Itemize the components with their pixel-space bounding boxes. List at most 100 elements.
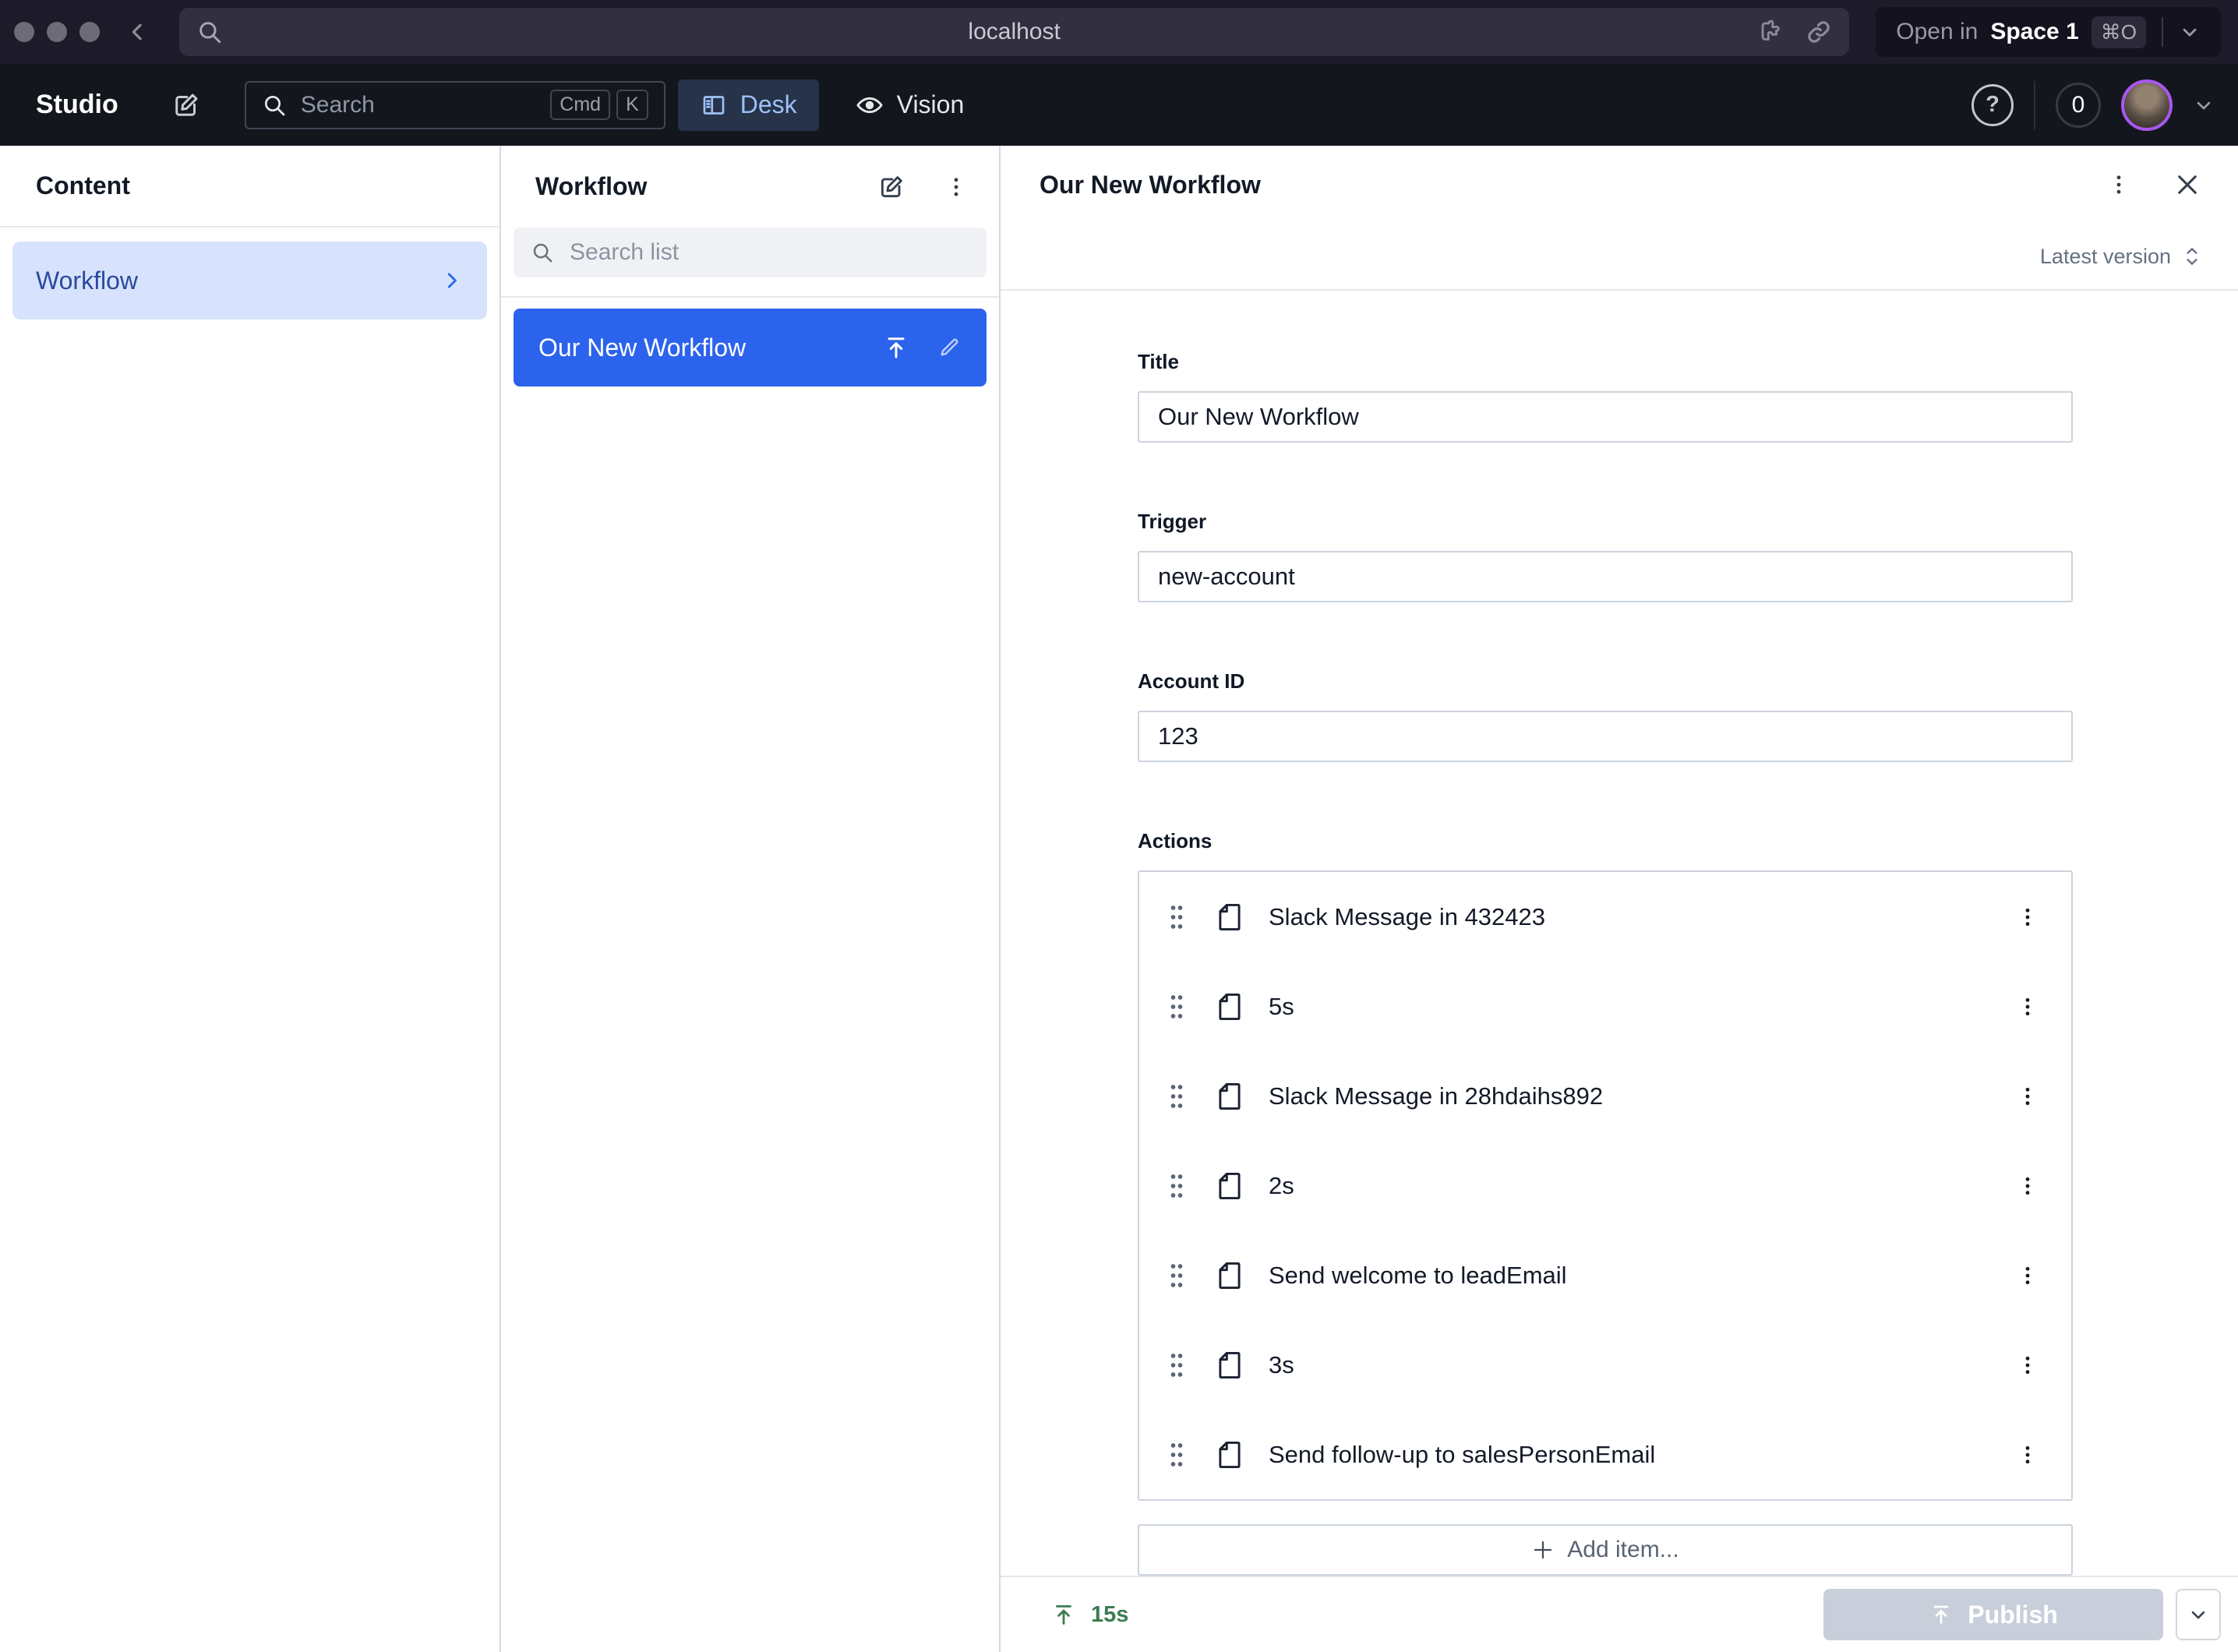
action-row[interactable]: Send welcome to leadEmail	[1139, 1230, 2071, 1320]
close-pane-button[interactable]	[2173, 170, 2202, 199]
action-menu-button[interactable]	[2015, 1084, 2040, 1109]
drag-handle-icon[interactable]	[1167, 991, 1186, 1022]
action-row[interactable]: 3s	[1139, 1320, 2071, 1410]
kebab-menu-icon	[2015, 1442, 2040, 1467]
document-menu-button[interactable]	[2106, 171, 2132, 198]
content-pane-title: Content	[0, 146, 499, 228]
action-row-label: Send welcome to leadEmail	[1269, 1262, 1567, 1290]
action-row[interactable]: 2s	[1139, 1141, 2071, 1230]
version-selector[interactable]: Latest version	[1001, 224, 2238, 289]
account-id-input[interactable]	[1138, 711, 2073, 762]
open-in-space-button[interactable]: Open in Space 1 ⌘O	[1876, 7, 2221, 57]
sidebar-item-label: Workflow	[36, 267, 138, 295]
add-item-label: Add item...	[1567, 1537, 1678, 1563]
tasks-count-badge[interactable]: 0	[2056, 83, 2101, 128]
sidebar-item-workflow[interactable]: Workflow	[12, 242, 487, 319]
cmd-key-badge: Cmd	[550, 90, 610, 120]
action-row-label: 2s	[1269, 1172, 1294, 1200]
document-icon	[1213, 1258, 1247, 1293]
list-item-label: Our New Workflow	[538, 334, 746, 362]
edit-pencil-icon	[937, 335, 962, 360]
action-row[interactable]: Slack Message in 432423	[1139, 872, 2071, 962]
publish-up-icon	[1929, 1602, 1954, 1627]
list-item-our-new-workflow[interactable]: Our New Workflow	[514, 309, 987, 387]
action-menu-button[interactable]	[2015, 905, 2040, 930]
document-icon	[1213, 900, 1247, 934]
document-icon	[1213, 1169, 1247, 1203]
kebab-menu-icon	[2015, 1174, 2040, 1198]
create-new-document-button[interactable]	[876, 171, 907, 203]
search-icon	[262, 93, 287, 118]
action-row-label: Slack Message in 28hdaihs892	[1269, 1082, 1603, 1110]
list-search[interactable]	[514, 228, 987, 277]
add-item-button[interactable]: Add item...	[1138, 1524, 2073, 1576]
search-icon	[531, 241, 554, 264]
global-search[interactable]: Cmd K	[245, 81, 665, 129]
window-zoom-button[interactable]	[79, 22, 100, 42]
tab-vision-label: Vision	[897, 90, 965, 119]
search-shortcut-keys: Cmd K	[550, 90, 648, 120]
chevron-right-icon	[440, 269, 464, 292]
list-search-input[interactable]	[570, 239, 969, 266]
kebab-menu-icon	[943, 174, 969, 200]
new-document-button[interactable]	[170, 89, 203, 122]
document-icon	[1213, 1079, 1247, 1114]
document-editor-pane: Our New Workflow Latest version Title	[1001, 146, 2238, 1652]
address-bar[interactable]: localhost	[179, 8, 1849, 56]
field-account-id: Account ID	[1138, 669, 2073, 762]
action-row[interactable]: Send follow-up to salesPersonEmail	[1139, 1410, 2071, 1499]
drag-handle-icon[interactable]	[1167, 1350, 1186, 1381]
desk-panels-icon	[700, 91, 728, 119]
tab-vision[interactable]: Vision	[833, 79, 987, 131]
action-row[interactable]: 5s	[1139, 962, 2071, 1051]
user-avatar[interactable]	[2121, 79, 2173, 131]
field-label: Trigger	[1138, 510, 2073, 534]
open-in-shortcut: ⌘O	[2092, 16, 2146, 48]
list-menu-button[interactable]	[943, 174, 969, 200]
window-close-button[interactable]	[14, 22, 34, 42]
drag-handle-icon[interactable]	[1167, 1081, 1186, 1112]
user-menu-chevron-icon[interactable]	[2193, 94, 2215, 116]
chevron-left-icon	[126, 20, 150, 44]
help-icon[interactable]: ?	[1971, 84, 2014, 126]
open-in-prefix: Open in	[1896, 19, 1978, 45]
action-menu-button[interactable]	[2015, 1353, 2040, 1378]
field-label: Title	[1138, 350, 2073, 374]
drag-handle-icon[interactable]	[1167, 902, 1186, 933]
drag-handle-icon[interactable]	[1167, 1260, 1186, 1291]
browser-back-button[interactable]	[126, 20, 150, 44]
link-icon[interactable]	[1804, 17, 1834, 47]
plus-icon	[1531, 1538, 1555, 1562]
publish-menu-button[interactable]	[2176, 1589, 2221, 1640]
kebab-menu-icon	[2015, 994, 2040, 1019]
action-menu-button[interactable]	[2015, 1174, 2040, 1198]
drag-handle-icon[interactable]	[1167, 1439, 1186, 1470]
document-icon	[1213, 1348, 1247, 1382]
version-label: Latest version	[2040, 245, 2171, 269]
action-row[interactable]: Slack Message in 28hdaihs892	[1139, 1051, 2071, 1141]
extension-puzzle-icon[interactable]	[1754, 17, 1784, 47]
document-icon	[1213, 990, 1247, 1024]
field-label: Account ID	[1138, 669, 2073, 694]
actions-label: Actions	[1138, 829, 2073, 853]
action-row-label: 3s	[1269, 1351, 1294, 1379]
publish-button[interactable]: Publish	[1823, 1589, 2163, 1640]
action-menu-button[interactable]	[2015, 994, 2040, 1019]
document-icon	[1213, 1438, 1247, 1472]
window-minimize-button[interactable]	[47, 22, 67, 42]
document-title: Our New Workflow	[1040, 171, 1261, 199]
global-search-input[interactable]	[301, 92, 537, 118]
action-row-label: Send follow-up to salesPersonEmail	[1269, 1441, 1655, 1469]
kebab-menu-icon	[2015, 1084, 2040, 1109]
publish-status-icon	[882, 334, 910, 362]
action-menu-button[interactable]	[2015, 1263, 2040, 1288]
trigger-input[interactable]	[1138, 551, 2073, 602]
title-input[interactable]	[1138, 391, 2073, 443]
drag-handle-icon[interactable]	[1167, 1170, 1186, 1202]
tab-desk[interactable]: Desk	[678, 79, 819, 131]
action-menu-button[interactable]	[2015, 1442, 2040, 1467]
tab-desk-label: Desk	[740, 90, 797, 119]
kebab-menu-icon	[2015, 1353, 2040, 1378]
chevron-down-icon[interactable]	[2179, 21, 2201, 43]
review-changes-button[interactable]: 15s	[1050, 1601, 1128, 1628]
